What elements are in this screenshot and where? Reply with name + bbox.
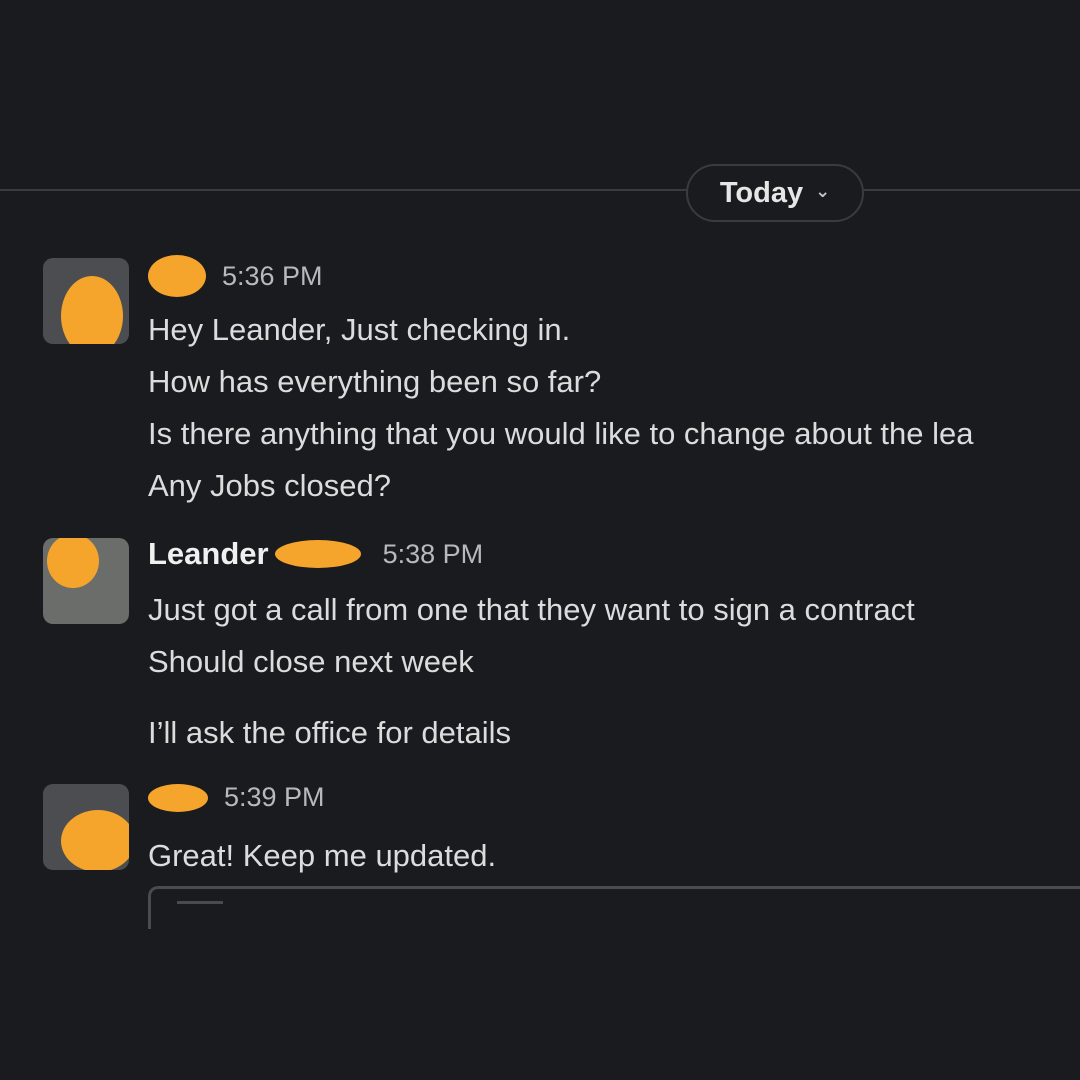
message-text: Just got a call from one that they want … (148, 592, 915, 627)
redaction-mark (47, 538, 99, 588)
redaction-mark (61, 810, 129, 870)
message-text: Any Jobs closed? (148, 468, 391, 503)
message-composer[interactable] (148, 886, 1080, 929)
composer-toolbar (177, 901, 223, 904)
redaction-mark (61, 276, 123, 344)
message-text: Should close next week (148, 644, 474, 679)
message-text: Great! Keep me updated. (148, 838, 497, 873)
avatar[interactable] (43, 784, 129, 870)
sender-name[interactable]: Leander (148, 536, 269, 572)
redacted-sender-name (148, 783, 208, 812)
chevron-down-icon: ⌄ (815, 180, 831, 201)
message-timestamp[interactable]: 5:39 PM (224, 782, 325, 813)
message-text: Hey Leander, Just checking in. (148, 312, 571, 347)
date-divider-button[interactable]: Today ⌄ (686, 164, 864, 222)
message-timestamp[interactable]: 5:38 PM (383, 539, 484, 570)
date-divider-line (0, 189, 1080, 191)
message-text: How has everything been so far? (148, 364, 602, 399)
message-text: I’ll ask the office for details (148, 715, 511, 750)
avatar[interactable] (43, 538, 129, 624)
message-timestamp[interactable]: 5:36 PM (222, 261, 323, 292)
date-divider-label: Today (719, 176, 804, 209)
avatar[interactable] (43, 258, 129, 344)
message-text: Is there anything that you would like to… (148, 416, 974, 451)
redacted-sender-name (274, 540, 361, 568)
redacted-sender-name (148, 255, 206, 297)
